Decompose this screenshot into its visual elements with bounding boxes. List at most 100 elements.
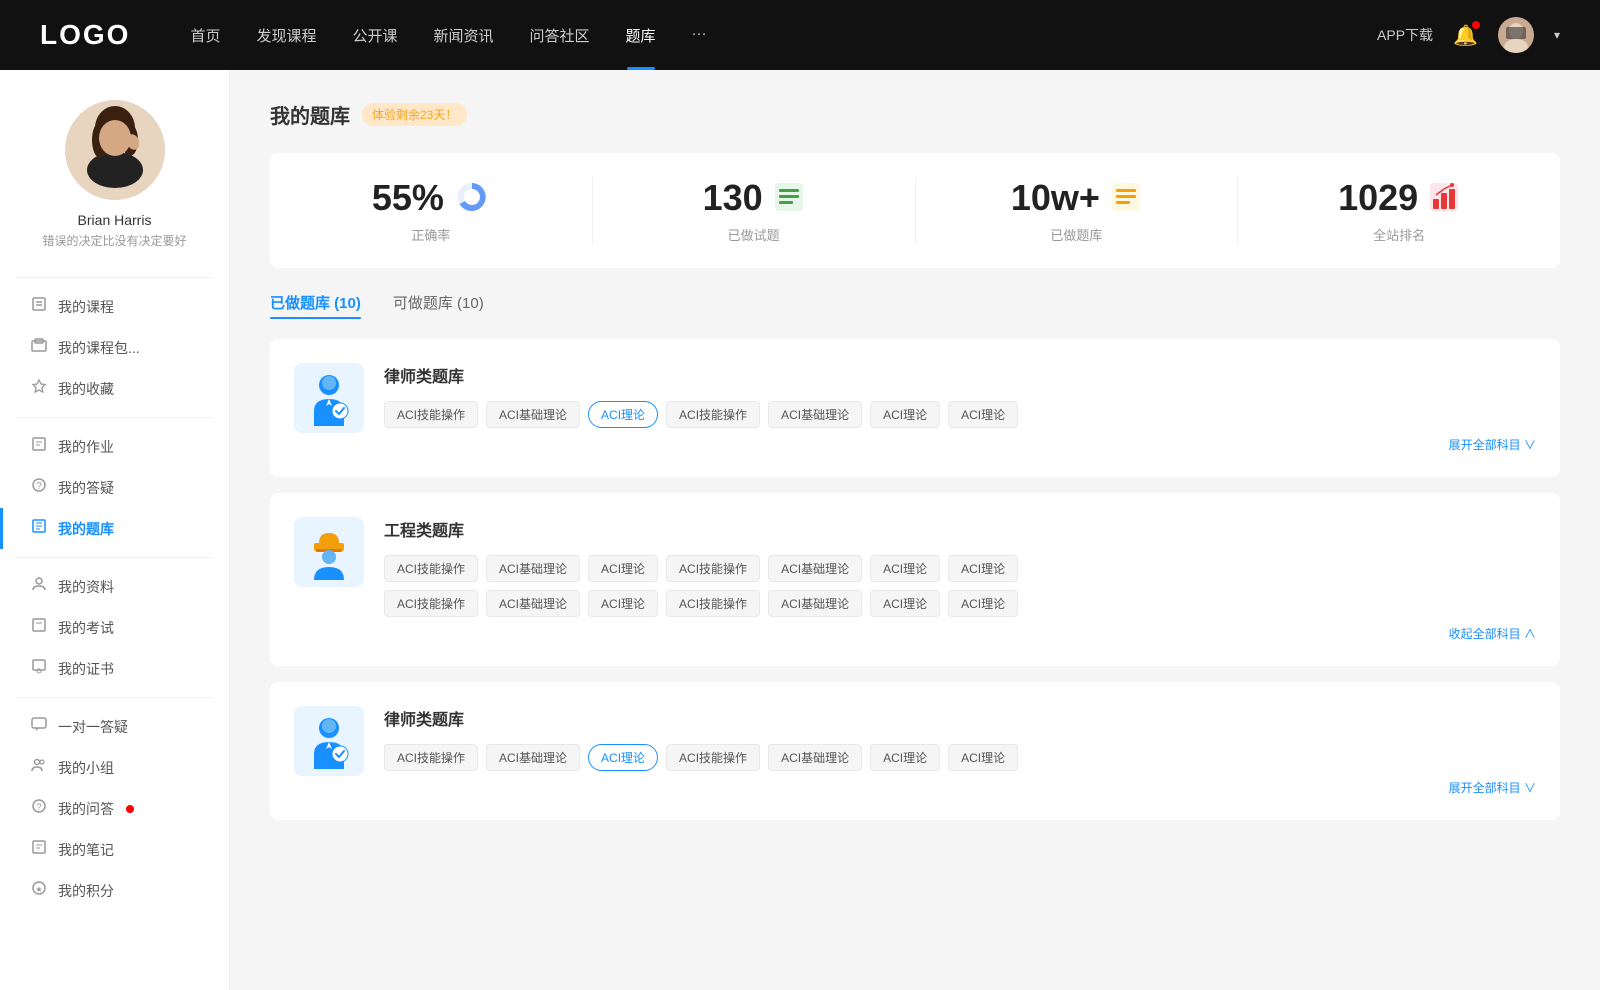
- sidebar-item-notes[interactable]: 我的笔记: [0, 829, 229, 870]
- nav-open-course[interactable]: 公开课: [352, 25, 397, 46]
- tag-2-2[interactable]: ACI理论: [588, 555, 658, 582]
- tab-done-banks[interactable]: 已做题库 (10): [270, 292, 361, 319]
- expand-link-3[interactable]: 展开全部科目 ∨: [384, 779, 1536, 796]
- app-download[interactable]: APP下载: [1377, 25, 1433, 45]
- tag-3-2[interactable]: ACI理论: [588, 744, 658, 771]
- user-menu-chevron[interactable]: ▾: [1554, 28, 1560, 42]
- tag-3-6[interactable]: ACI理论: [948, 744, 1018, 771]
- sidebar-label-exam: 我的考试: [58, 618, 114, 638]
- stat-ranking-label: 全站排名: [1373, 225, 1425, 244]
- tag-1-0[interactable]: ACI技能操作: [384, 401, 478, 428]
- sidebar-item-favorites[interactable]: 我的收藏: [0, 368, 229, 409]
- qbank-title-1: 律师类题库: [384, 363, 1536, 387]
- tag-2-3[interactable]: ACI技能操作: [666, 555, 760, 582]
- sidebar-user-section: Brian Harris 错误的决定比没有决定要好: [0, 90, 229, 269]
- tag-2-6[interactable]: ACI理论: [948, 555, 1018, 582]
- sidebar-item-group[interactable]: 我的小组: [0, 747, 229, 788]
- tag-3-1[interactable]: ACI基础理论: [486, 744, 580, 771]
- tag-3-5[interactable]: ACI理论: [870, 744, 940, 771]
- tag-3-4[interactable]: ACI基础理论: [768, 744, 862, 771]
- tag-2-12[interactable]: ACI理论: [870, 590, 940, 617]
- sidebar-label-one-on-one: 一对一答疑: [58, 717, 128, 737]
- qbank-header-2: 工程类题库 ACI技能操作 ACI基础理论 ACI理论 ACI技能操作 ACI基…: [294, 517, 1536, 642]
- qbank-icon-engineer: [294, 517, 364, 587]
- sidebar-item-my-course[interactable]: 我的课程: [0, 286, 229, 327]
- stat-done-top: 130: [703, 177, 805, 219]
- tag-1-2[interactable]: ACI理论: [588, 401, 658, 428]
- exam-icon: [30, 617, 48, 638]
- collapse-link-2[interactable]: 收起全部科目 ∧: [384, 625, 1536, 642]
- sidebar-divider-1: [16, 277, 213, 278]
- tag-1-6[interactable]: ACI理论: [948, 401, 1018, 428]
- sidebar-item-course-pack[interactable]: 我的课程包...: [0, 327, 229, 368]
- sidebar-label-profile: 我的资料: [58, 577, 114, 597]
- sidebar-divider-4: [16, 697, 213, 698]
- ranking-icon: [1428, 181, 1460, 216]
- qbank-card-engineer: 工程类题库 ACI技能操作 ACI基础理论 ACI理论 ACI技能操作 ACI基…: [270, 493, 1560, 666]
- user-avatar[interactable]: [1498, 17, 1534, 53]
- tag-1-5[interactable]: ACI理论: [870, 401, 940, 428]
- nav-discover[interactable]: 发现课程: [256, 25, 316, 46]
- tag-2-8[interactable]: ACI基础理论: [486, 590, 580, 617]
- stat-accuracy: 55% 正确率: [270, 177, 593, 244]
- nav-links: 首页 发现课程 公开课 新闻资讯 问答社区 题库 ···: [190, 25, 1377, 46]
- tag-3-0[interactable]: ACI技能操作: [384, 744, 478, 771]
- qbank-content-1: 律师类题库 ACI技能操作 ACI基础理论 ACI理论 ACI技能操作 ACI基…: [384, 363, 1536, 453]
- chat-icon: [30, 716, 48, 737]
- course-icon: [30, 296, 48, 317]
- expand-link-1[interactable]: 展开全部科目 ∨: [384, 436, 1536, 453]
- sidebar-item-question-bank[interactable]: 我的题库: [0, 508, 229, 549]
- tag-2-4[interactable]: ACI基础理论: [768, 555, 862, 582]
- sidebar-item-my-questions[interactable]: ? 我的问答: [0, 788, 229, 829]
- qbank-content-3: 律师类题库 ACI技能操作 ACI基础理论 ACI理论 ACI技能操作 ACI基…: [384, 706, 1536, 796]
- stat-accuracy-top: 55%: [372, 177, 490, 219]
- nav-more[interactable]: ···: [692, 25, 707, 46]
- sidebar-item-profile[interactable]: 我的资料: [0, 566, 229, 607]
- stat-done-label: 已做试题: [728, 225, 780, 244]
- stat-banks-top: 10w+: [1011, 177, 1142, 219]
- tag-2-13[interactable]: ACI理论: [948, 590, 1018, 617]
- sidebar-label-homework: 我的作业: [58, 437, 114, 457]
- tag-2-7[interactable]: ACI技能操作: [384, 590, 478, 617]
- qbank-tags-3: ACI技能操作 ACI基础理论 ACI理论 ACI技能操作 ACI基础理论 AC…: [384, 744, 1536, 771]
- svg-text:?: ?: [36, 802, 41, 812]
- stat-accuracy-value: 55%: [372, 177, 444, 219]
- nav-home[interactable]: 首页: [190, 25, 220, 46]
- stat-banks-value: 10w+: [1011, 177, 1100, 219]
- tab-available-banks[interactable]: 可做题库 (10): [393, 292, 484, 319]
- tag-2-10[interactable]: ACI技能操作: [666, 590, 760, 617]
- main-content: 我的题库 体验剩余23天！ 55% 正确率: [230, 70, 1600, 990]
- course-pack-icon: [30, 337, 48, 358]
- sidebar-label-favorites: 我的收藏: [58, 379, 114, 399]
- sidebar-item-points[interactable]: ★ 我的积分: [0, 870, 229, 911]
- questions-dot: [126, 805, 134, 813]
- sidebar-item-certificate[interactable]: 我的证书: [0, 648, 229, 689]
- tag-1-3[interactable]: ACI技能操作: [666, 401, 760, 428]
- qbank-icon: [30, 518, 48, 539]
- trial-badge: 体验剩余23天！: [362, 103, 467, 126]
- nav-news[interactable]: 新闻资讯: [434, 25, 494, 46]
- sidebar-item-exam[interactable]: 我的考试: [0, 607, 229, 648]
- tag-1-1[interactable]: ACI基础理论: [486, 401, 580, 428]
- sidebar-label-notes: 我的笔记: [58, 840, 114, 860]
- tag-3-3[interactable]: ACI技能操作: [666, 744, 760, 771]
- sidebar-item-one-on-one[interactable]: 一对一答疑: [0, 706, 229, 747]
- tag-2-11[interactable]: ACI基础理论: [768, 590, 862, 617]
- nav-question-bank[interactable]: 题库: [626, 25, 656, 46]
- tag-1-4[interactable]: ACI基础理论: [768, 401, 862, 428]
- tag-2-1[interactable]: ACI基础理论: [486, 555, 580, 582]
- notification-bell[interactable]: 🔔: [1453, 23, 1478, 48]
- sidebar-item-homework[interactable]: 我的作业: [0, 426, 229, 467]
- sidebar-motto: 错误的决定比没有决定要好: [42, 232, 186, 249]
- qbank-card-lawyer-1: 律师类题库 ACI技能操作 ACI基础理论 ACI理论 ACI技能操作 ACI基…: [270, 339, 1560, 477]
- sidebar-divider-2: [16, 417, 213, 418]
- sidebar-item-my-qa[interactable]: ? 我的答疑: [0, 467, 229, 508]
- tag-2-0[interactable]: ACI技能操作: [384, 555, 478, 582]
- tag-2-5[interactable]: ACI理论: [870, 555, 940, 582]
- qbank-tags-1: ACI技能操作 ACI基础理论 ACI理论 ACI技能操作 ACI基础理论 AC…: [384, 401, 1536, 428]
- qbank-tags-2-row1: ACI技能操作 ACI基础理论 ACI理论 ACI技能操作 ACI基础理论 AC…: [384, 555, 1536, 582]
- sidebar-label-my-questions: 我的问答: [58, 799, 114, 819]
- nav-qa[interactable]: 问答社区: [530, 25, 590, 46]
- tag-2-9[interactable]: ACI理论: [588, 590, 658, 617]
- logo: LOGO: [40, 19, 130, 51]
